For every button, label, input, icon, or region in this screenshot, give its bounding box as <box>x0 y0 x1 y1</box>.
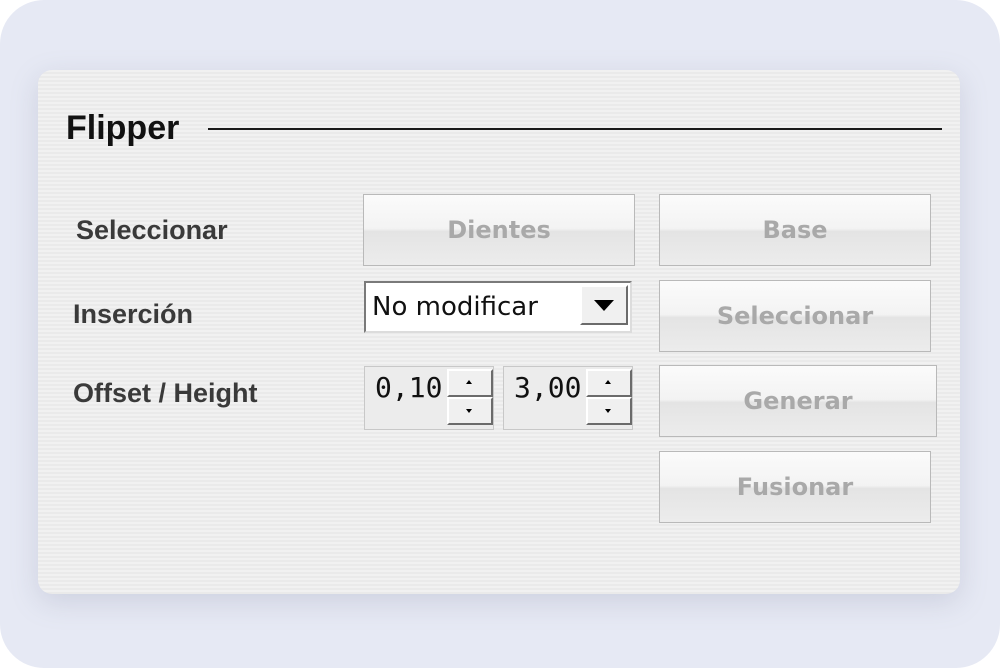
flipper-panel: Flipper Seleccionar Inserción Offset / H… <box>38 70 960 594</box>
height-spinner[interactable]: 3,00 <box>503 366 633 430</box>
offset-spinner[interactable]: 0,10 <box>364 366 494 430</box>
offset-height-label: Offset / Height <box>73 378 258 408</box>
insertion-label: Inserción <box>73 299 194 329</box>
select-label: Seleccionar <box>76 215 228 245</box>
dropdown-arrow-icon[interactable] <box>580 285 628 325</box>
offset-spinner-value[interactable]: 0,10 <box>375 371 442 405</box>
dientes-button[interactable]: Dientes <box>363 194 635 266</box>
height-spinner-value[interactable]: 3,00 <box>514 371 581 405</box>
insertion-select-value: No modificar <box>372 292 538 322</box>
window-background: Flipper Seleccionar Inserción Offset / H… <box>0 0 1000 668</box>
base-button[interactable]: Base <box>659 194 931 266</box>
height-spin-up-icon[interactable] <box>586 369 632 397</box>
panel-title: Flipper <box>66 109 180 147</box>
title-divider <box>208 128 942 130</box>
offset-spin-down-icon[interactable] <box>447 397 493 425</box>
offset-spin-up-icon[interactable] <box>447 369 493 397</box>
generar-button[interactable]: Generar <box>659 365 937 437</box>
fusionar-button[interactable]: Fusionar <box>659 451 931 523</box>
insertion-select[interactable]: No modificar <box>364 281 632 333</box>
height-spin-down-icon[interactable] <box>586 397 632 425</box>
seleccionar-button[interactable]: Seleccionar <box>659 280 931 352</box>
